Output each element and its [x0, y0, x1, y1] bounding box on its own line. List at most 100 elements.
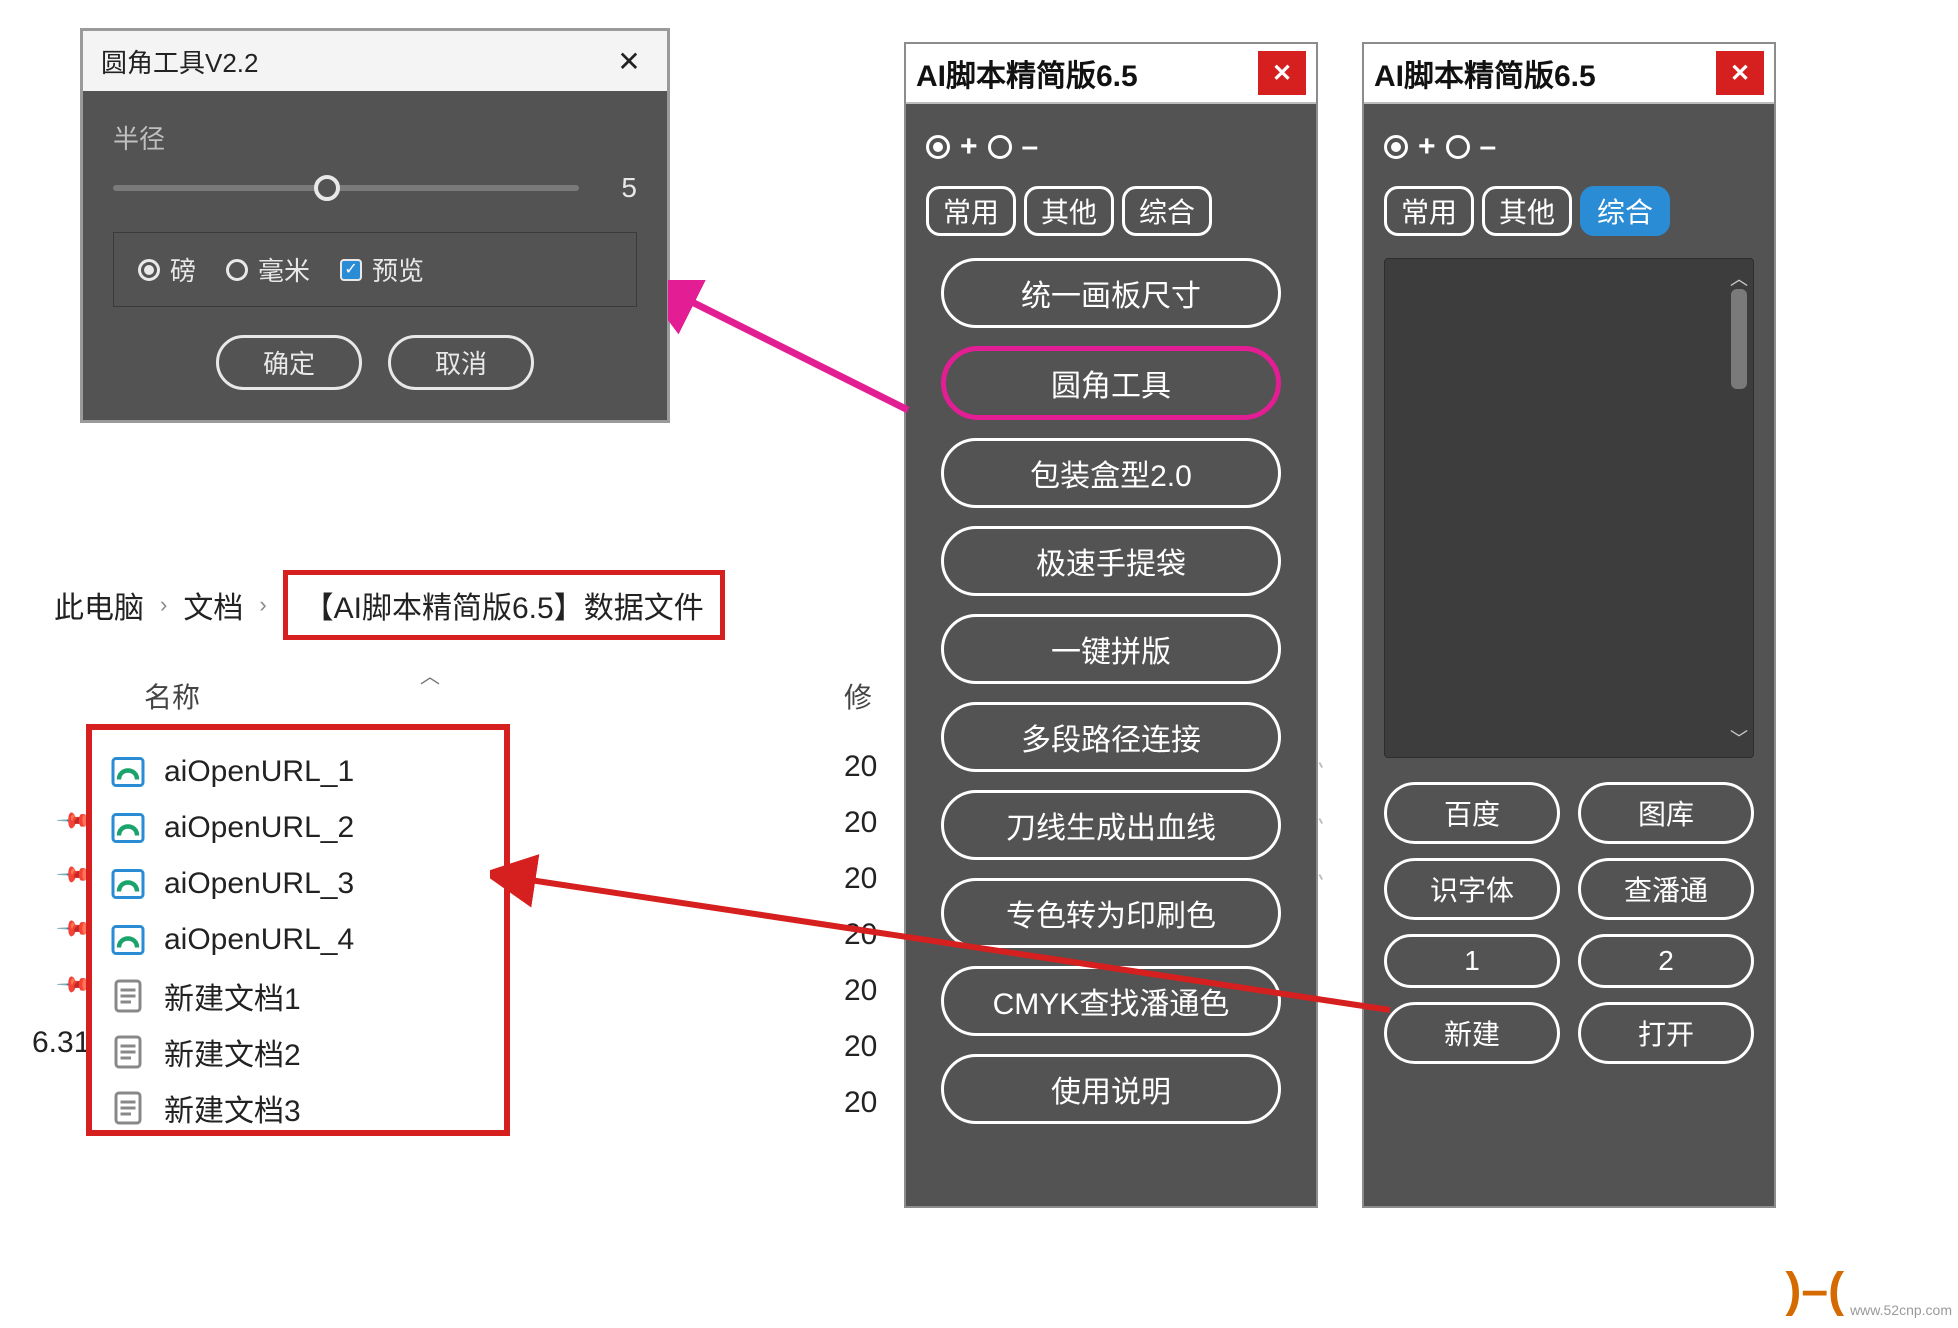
radio-pound[interactable]: 磅	[138, 251, 196, 288]
script-button[interactable]: 使用说明	[941, 1054, 1281, 1124]
radio-dot-icon[interactable]	[1384, 135, 1408, 159]
btn-pantone[interactable]: 查潘通	[1578, 858, 1754, 920]
chevron-right-icon: ›	[259, 592, 266, 618]
script-panel-misc: AI脚本精简版6.5 ✕ + – 常用 其他 综合 ︿ ﹀ 百度 图库 识字体 …	[1362, 42, 1776, 1208]
radio-dot-icon[interactable]	[988, 135, 1012, 159]
script-button[interactable]: CMYK查找潘通色	[941, 966, 1281, 1036]
file-name: aiOpenURL_4	[164, 923, 354, 957]
file-name: 新建文档2	[164, 1030, 301, 1074]
sort-ascending-icon: ︿	[420, 660, 440, 689]
breadcrumb-level2[interactable]: 【AI脚本精简版6.5】数据文件	[283, 570, 725, 640]
cancel-button[interactable]: 取消	[388, 335, 534, 390]
script-button-rounded-corner[interactable]: 圆角工具	[941, 346, 1281, 420]
column-header-name[interactable]: 名称	[144, 676, 200, 716]
unit-options: 磅 毫米 预览	[113, 232, 637, 307]
dialog-title: 圆角工具V2.2	[101, 43, 259, 80]
script-button[interactable]: 极速手提袋	[941, 526, 1281, 596]
script-button[interactable]: 专色转为印刷色	[941, 878, 1281, 948]
watermark-url: www.52cnp.com	[1850, 1302, 1952, 1318]
scrollbar[interactable]: ︿ ﹀	[1729, 265, 1749, 751]
file-row[interactable]: 新建文档2	[110, 1024, 486, 1080]
breadcrumb[interactable]: 此电脑 › 文档 › 【AI脚本精简版6.5】数据文件	[54, 570, 725, 640]
tab-all[interactable]: 综合	[1580, 186, 1670, 236]
radio-dot-icon[interactable]	[926, 135, 950, 159]
text-file-icon	[110, 1090, 146, 1126]
file-date: 20	[844, 750, 877, 784]
check-icon	[340, 259, 362, 281]
file-date: 20	[844, 1086, 877, 1120]
close-icon[interactable]: ✕	[1716, 51, 1764, 95]
file-row[interactable]: aiOpenURL_2	[110, 800, 486, 856]
script-button[interactable]: 统一画板尺寸	[941, 258, 1281, 328]
breadcrumb-root[interactable]: 此电脑	[54, 583, 144, 627]
file-name: 新建文档3	[164, 1086, 301, 1130]
btn-1[interactable]: 1	[1384, 934, 1560, 988]
side-version-text: 6.31	[32, 1026, 90, 1060]
btn-font-id[interactable]: 识字体	[1384, 858, 1560, 920]
file-row[interactable]: 新建文档3	[110, 1080, 486, 1136]
panel-titlebar[interactable]: AI脚本精简版6.5 ✕	[1364, 44, 1774, 104]
custom-list[interactable]: ︿ ﹀	[1384, 258, 1754, 758]
plus-icon: +	[1418, 130, 1436, 164]
file-list-panel: aiOpenURL_1 aiOpenURL_2 aiOpenURL_3 aiOp…	[86, 724, 510, 1136]
tab-row: 常用 其他 综合	[1384, 186, 1754, 236]
file-name: aiOpenURL_1	[164, 755, 354, 789]
text-file-icon	[110, 1034, 146, 1070]
radio-dot-icon	[226, 259, 248, 281]
radio-dot-icon	[138, 259, 160, 281]
tab-other[interactable]: 其他	[1024, 186, 1114, 236]
file-row[interactable]: aiOpenURL_3	[110, 856, 486, 912]
script-button[interactable]: 刀线生成出血线	[941, 790, 1281, 860]
file-name: 新建文档1	[164, 974, 301, 1018]
close-icon[interactable]: ✕	[1258, 51, 1306, 95]
edge-file-icon	[110, 866, 146, 902]
tab-all[interactable]: 综合	[1122, 186, 1212, 236]
edge-file-icon	[110, 922, 146, 958]
dialog-actions: 确定 取消	[113, 307, 637, 390]
tab-row: 常用 其他 综合	[926, 186, 1296, 236]
scrollbar-thumb[interactable]	[1731, 289, 1747, 389]
breadcrumb-level1[interactable]: 文档	[183, 583, 243, 627]
file-row[interactable]: 新建文档1	[110, 968, 486, 1024]
radius-value: 5	[597, 172, 637, 204]
watermark: )–( www.52cnp.com	[1785, 1263, 1952, 1318]
chevron-up-icon[interactable]: ︿	[1729, 265, 1749, 291]
slider-track[interactable]	[113, 185, 579, 191]
file-date: 20	[844, 862, 877, 896]
btn-2[interactable]: 2	[1578, 934, 1754, 988]
slider-thumb[interactable]	[314, 175, 340, 201]
btn-gallery[interactable]: 图库	[1578, 782, 1754, 844]
panel-title-text: AI脚本精简版6.5	[1374, 51, 1596, 95]
radio-mm[interactable]: 毫米	[226, 251, 310, 288]
file-date: 20	[844, 918, 877, 952]
close-icon[interactable]: ✕	[609, 41, 649, 81]
tab-common[interactable]: 常用	[926, 186, 1016, 236]
script-button[interactable]: 多段路径连接	[941, 702, 1281, 772]
dialog-titlebar[interactable]: 圆角工具V2.2 ✕	[83, 31, 667, 91]
annotation-arrow-pink	[668, 280, 918, 420]
tab-common[interactable]: 常用	[1384, 186, 1474, 236]
btn-baidu[interactable]: 百度	[1384, 782, 1560, 844]
checkbox-preview[interactable]: 预览	[340, 251, 424, 288]
script-button[interactable]: 包装盒型2.0	[941, 438, 1281, 508]
radio-dot-icon[interactable]	[1446, 135, 1470, 159]
file-row[interactable]: aiOpenURL_1	[110, 744, 486, 800]
tab-other[interactable]: 其他	[1482, 186, 1572, 236]
ok-button[interactable]: 确定	[216, 335, 362, 390]
file-date: 20	[844, 1030, 877, 1064]
panel-titlebar[interactable]: AI脚本精简版6.5 ✕	[906, 44, 1316, 104]
file-date: 20	[844, 806, 877, 840]
file-row[interactable]: aiOpenURL_4	[110, 912, 486, 968]
radius-slider[interactable]: 5	[113, 164, 637, 232]
minus-icon: –	[1480, 130, 1497, 164]
panel-title-text: AI脚本精简版6.5	[916, 51, 1138, 95]
script-panel-common: AI脚本精简版6.5 ✕ + – 常用 其他 综合 统一画板尺寸 圆角工具 包装…	[904, 42, 1318, 1208]
btn-open[interactable]: 打开	[1578, 1002, 1754, 1064]
mode-toggle: + –	[926, 130, 1296, 164]
btn-new[interactable]: 新建	[1384, 1002, 1560, 1064]
script-button[interactable]: 一键拼版	[941, 614, 1281, 684]
dialog-body: 半径 5 磅 毫米 预览 确定 取消	[83, 91, 667, 420]
file-name: aiOpenURL_2	[164, 811, 354, 845]
column-header-modified[interactable]: 修	[844, 676, 872, 716]
chevron-down-icon[interactable]: ﹀	[1729, 725, 1749, 751]
